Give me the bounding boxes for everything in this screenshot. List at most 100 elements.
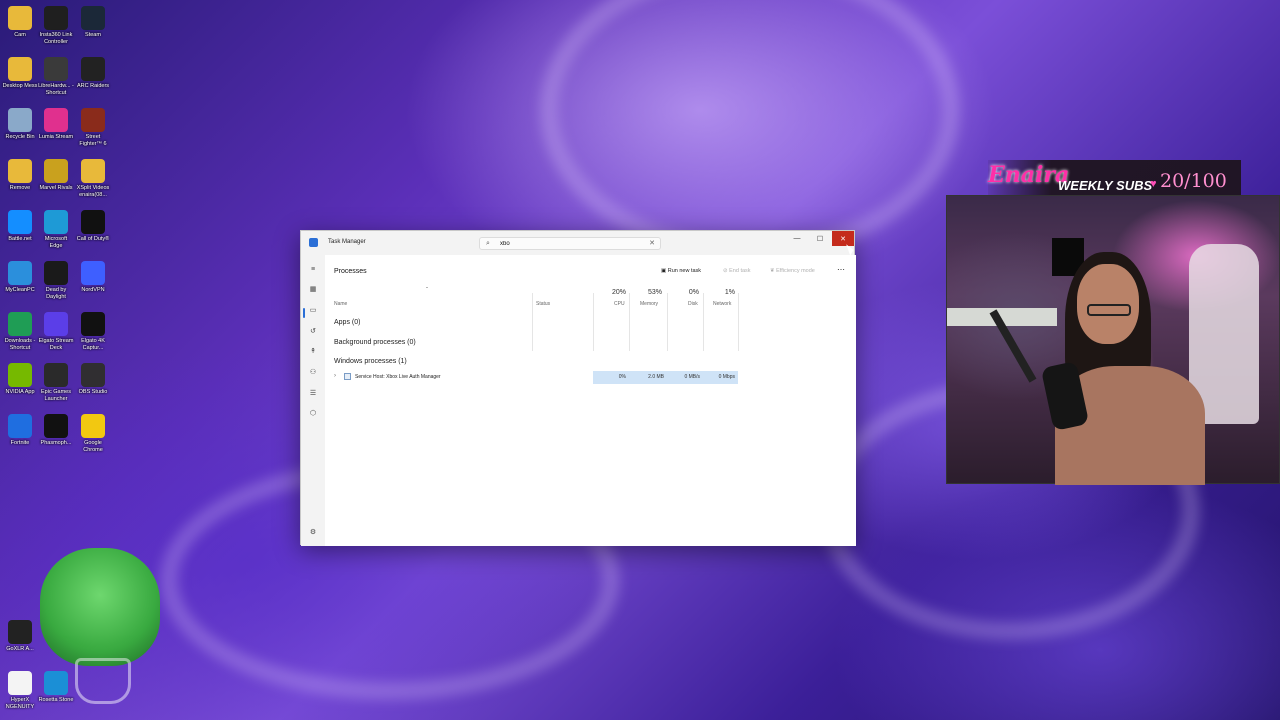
column-divider [629,293,630,351]
table-row[interactable]: › Service Host: Xbox Live Auth Manager 0… [325,371,745,384]
camera-icon [44,6,68,30]
column-cpu[interactable]: CPU [614,301,625,307]
desktop-icon[interactable]: XSplit Videos enaira(08... [75,159,111,199]
desktop-icon[interactable]: Fortnite [2,414,38,447]
settings-gear-icon[interactable]: ⚙ [308,528,318,538]
desktop-icon[interactable]: Phasmoph... [38,414,74,447]
desktop-icon[interactable]: OBS Studio [75,363,111,396]
group-background-processes: Background processes (0) [334,339,416,346]
services-nav-icon[interactable]: ⬡ [308,409,318,419]
desktop-icon[interactable]: LibreHardw... - Shortcut [38,57,74,97]
game-icon [8,414,32,438]
desktop-icon[interactable]: Call of Duty® [75,210,111,243]
folder-icon [8,6,32,30]
glasses [1087,304,1131,316]
details-nav-icon[interactable]: ☰ [308,389,318,399]
group-apps: Apps (0) [334,319,361,326]
search-input[interactable] [500,239,640,249]
column-disk[interactable]: Disk [688,301,698,307]
desktop-icon-label: Fortnite [10,440,30,446]
page-title: Processes [334,268,367,275]
desktop-icon[interactable]: Lumia Stream [38,108,74,141]
desktop-icon[interactable]: Google Chrome [75,414,111,454]
desktop-icon[interactable]: Steam [75,6,111,39]
desktop-icon[interactable]: Marvel Rivals [38,159,74,192]
more-options-button[interactable]: ⋯ [837,265,845,274]
desktop-icon-label: Marvel Rivals [39,185,73,191]
desktop-icon-label: Call of Duty® [76,236,110,242]
nvidia-icon [8,363,32,387]
game-icon [81,108,105,132]
desktop-icon-label: GoXLR A... [6,646,34,652]
column-memory[interactable]: Memory [640,301,658,307]
game-icon [81,210,105,234]
desktop-icon[interactable]: GoXLR A... [2,620,38,653]
desktop-icon[interactable]: Downloads - Shortcut [2,312,38,352]
process-network: 0 Mbps [703,371,738,384]
desktop-icon[interactable]: NordVPN [75,261,111,294]
battlenet-icon [8,210,32,234]
column-divider [667,293,668,351]
task-manager-window: Task Manager ⌕ ✕ — ☐ ✕ ≡ ▦ ▭ ↺ ↟ ⚇ ☰ ⬡ ⚙… [300,230,856,546]
minimize-button[interactable]: — [786,231,808,246]
desktop-icon-label: Elgato Stream Deck [38,338,74,351]
process-cpu: 0% [593,371,629,384]
desktop-icon[interactable]: Street Fighter™ 6 [75,108,111,148]
desktop-icon[interactable]: Elgato Stream Deck [38,312,74,352]
app-icon [44,671,68,695]
memory-total: 53% [647,289,662,296]
process-name: Service Host: Xbox Live Auth Manager [355,374,441,380]
efficiency-mode-button[interactable]: ❦ Efficiency mode [770,268,815,274]
run-new-task-button[interactable]: ▣ Run new task [661,268,701,274]
desktop-icon[interactable]: Rosetta Stone [38,671,74,704]
app-icon [8,620,32,644]
startup-apps-nav-icon[interactable]: ↟ [308,347,318,357]
desktop-icon[interactable]: Battle.net [2,210,38,243]
desktop-icon[interactable]: Recycle Bin [2,108,38,141]
maximize-button[interactable]: ☐ [809,231,831,246]
desktop-icon[interactable]: MyCleanPC [2,261,38,294]
desktop-icon-label: Epic Games Launcher [41,389,71,402]
weekly-subs-label: WEEKLY SUBS [1058,178,1153,193]
window-title: Task Manager [328,239,366,245]
desktop-icon-label: NVIDIA App [5,389,35,395]
desktop-icon[interactable]: Dead by Daylight [38,261,74,301]
recycle-bin-icon [8,108,32,132]
desktop-icon[interactable]: HyperX NGENUITY [2,671,38,711]
desktop-icon[interactable]: NVIDIA App [2,363,38,396]
folder-icon [8,57,32,81]
desktop-icon-label: HyperX NGENUITY [5,697,35,710]
column-name[interactable]: Name [334,301,347,307]
desktop-icon[interactable]: Elgato 4K Captur... [75,312,111,352]
download-icon [8,312,32,336]
disk-total: 0% [688,289,699,296]
sub-count: 20/100 [1160,170,1227,192]
run-task-icon: ▣ [661,268,668,274]
users-nav-icon[interactable]: ⚇ [308,368,318,378]
desktop-icon[interactable]: Remove [2,159,38,192]
expand-chevron-icon[interactable]: › [334,373,336,379]
hamburger-menu-icon[interactable]: ≡ [308,265,318,275]
processes-nav-icon[interactable]: ▦ [308,285,318,295]
desktop-icon[interactable]: Epic Games Launcher [38,363,74,403]
desktop-icon[interactable]: Microsoft Edge [38,210,74,250]
lumia-icon [44,108,68,132]
plant-widget [40,548,160,704]
desktop-icon[interactable]: Insta360 Link Controller [38,6,74,46]
title-bar[interactable]: Task Manager ⌕ ✕ — ☐ ✕ [301,231,854,255]
column-network[interactable]: Network [713,301,731,307]
column-divider [703,293,704,351]
process-disk: 0 MB/s [667,371,703,384]
end-task-button[interactable]: ⊘ End task [723,268,751,274]
desktop-icon[interactable]: ARC Raiders [75,57,111,90]
heart-icon: ♥ [1150,178,1157,190]
search-box[interactable]: ⌕ ✕ [479,237,661,250]
desktop-icon[interactable]: Desktop Mess [2,57,38,90]
process-memory: 2.0 MB [629,371,667,384]
app-history-nav-icon[interactable]: ↺ [308,327,318,337]
column-status[interactable]: Status [536,301,550,307]
clear-search-icon[interactable]: ✕ [649,239,655,247]
game-icon [81,57,105,81]
desktop-icon[interactable]: Cam [2,6,38,39]
performance-nav-icon[interactable]: ▭ [308,306,318,316]
